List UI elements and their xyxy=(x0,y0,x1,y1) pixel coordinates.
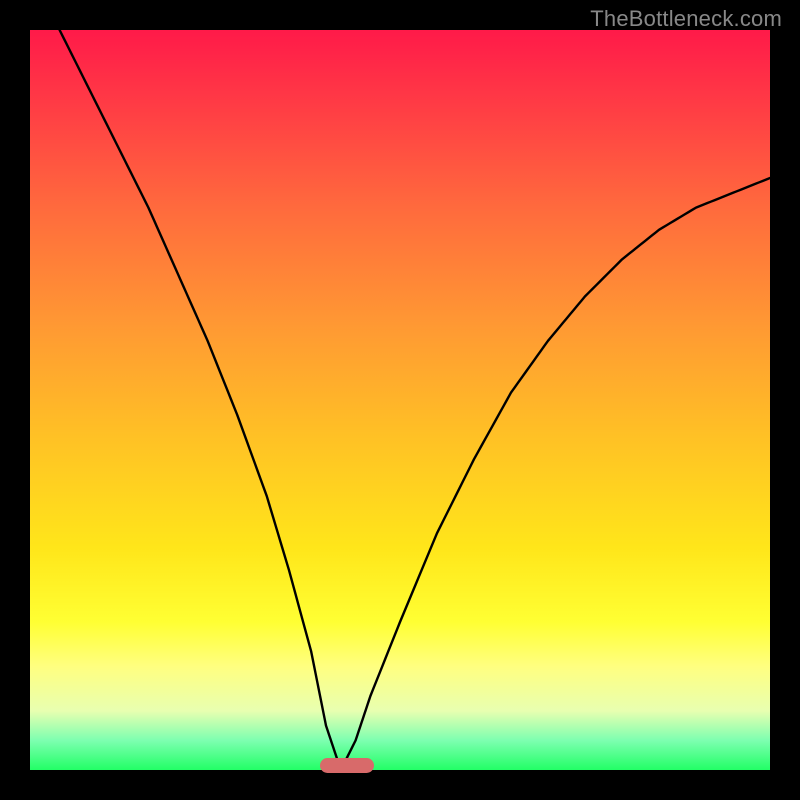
bottleneck-curve xyxy=(30,30,770,770)
watermark-text: TheBottleneck.com xyxy=(590,6,782,32)
minimum-marker xyxy=(320,758,374,773)
chart-frame: TheBottleneck.com xyxy=(0,0,800,800)
